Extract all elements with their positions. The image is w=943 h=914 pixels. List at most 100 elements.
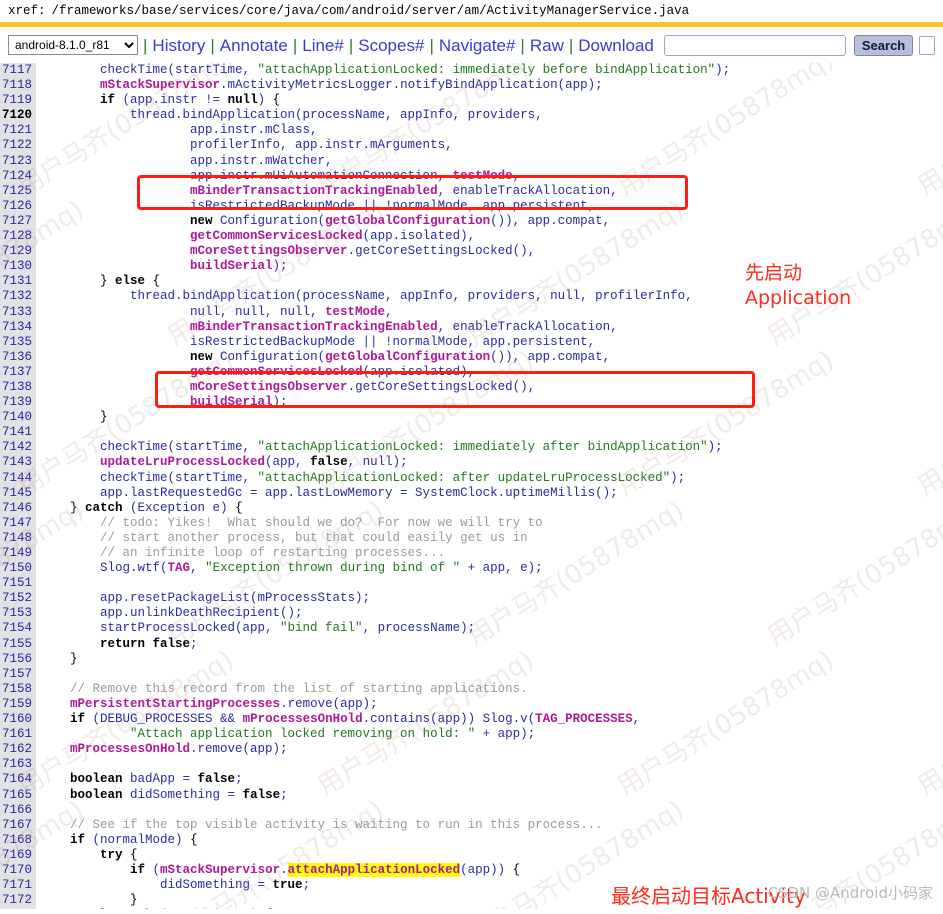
line-number[interactable]: 7145 bbox=[0, 485, 36, 501]
code-token: "attachApplicationLocked: immediately be… bbox=[257, 63, 716, 77]
code-token[interactable]: getCommonServicesLocked bbox=[190, 229, 363, 243]
code-token: , bbox=[385, 304, 393, 319]
code-token: } bbox=[70, 651, 78, 666]
line-number[interactable]: 7123 bbox=[0, 153, 36, 169]
line-number[interactable]: 7132 bbox=[0, 289, 36, 305]
line-number[interactable]: 7141 bbox=[0, 425, 36, 441]
line-number[interactable]: 7138 bbox=[0, 379, 36, 396]
line-number[interactable]: 7170 bbox=[0, 862, 36, 879]
line-number[interactable]: 7157 bbox=[0, 666, 36, 682]
code-token[interactable]: buildSerial bbox=[190, 395, 273, 409]
code-line: 7122 profilerInfo, app.instr.mArguments, bbox=[0, 138, 943, 154]
line-number[interactable]: 7158 bbox=[0, 681, 36, 697]
nav-link-scopes[interactable]: Scopes# bbox=[358, 37, 424, 54]
search-input[interactable] bbox=[663, 34, 846, 56]
code-token[interactable]: testMode bbox=[325, 305, 385, 319]
line-number[interactable]: 7126 bbox=[0, 198, 36, 214]
nav-link-raw[interactable]: Raw bbox=[530, 37, 564, 54]
line-number[interactable]: 7124 bbox=[0, 168, 36, 184]
line-number[interactable]: 7129 bbox=[0, 244, 36, 260]
branch-select[interactable]: android-8.1.0_r81 bbox=[8, 35, 138, 55]
line-number[interactable]: 7165 bbox=[0, 787, 36, 803]
line-number[interactable]: 7135 bbox=[0, 334, 36, 350]
code-token[interactable]: getGlobalConfiguration bbox=[325, 214, 490, 228]
line-number[interactable]: 7125 bbox=[0, 183, 36, 199]
code-token[interactable]: mProcessesOnHold bbox=[243, 712, 363, 726]
line-number[interactable]: 7142 bbox=[0, 440, 36, 456]
code-viewer: 7117 checkTime(startTime, "attachApplica… bbox=[0, 63, 943, 909]
line-number[interactable]: 7143 bbox=[0, 455, 36, 471]
line-number[interactable]: 7134 bbox=[0, 319, 36, 335]
code-token[interactable]: buildSerial bbox=[190, 259, 273, 273]
search-button[interactable]: Search bbox=[853, 34, 914, 56]
code-token[interactable]: mPersistentStartingProcesses bbox=[70, 697, 280, 711]
line-number[interactable]: 7131 bbox=[0, 274, 36, 290]
line-number[interactable]: 7119 bbox=[0, 93, 36, 109]
line-number[interactable]: 7155 bbox=[0, 636, 36, 652]
line-number[interactable]: 7154 bbox=[0, 621, 36, 637]
code-token[interactable]: attachApplicationLocked bbox=[287, 862, 461, 877]
line-number[interactable]: 7167 bbox=[0, 817, 36, 833]
line-number[interactable]: 7169 bbox=[0, 847, 36, 863]
code-token[interactable]: mBinderTransactionTrackingEnabled bbox=[190, 184, 438, 198]
code-line-source: checkTime(startTime, "attachApplicationL… bbox=[36, 471, 685, 486]
line-number[interactable]: 7118 bbox=[0, 78, 36, 94]
line-number[interactable]: 7164 bbox=[0, 772, 36, 788]
nav-link-navigate[interactable]: Navigate# bbox=[439, 37, 516, 54]
code-token: ); bbox=[272, 395, 288, 410]
code-token[interactable]: getGlobalConfiguration bbox=[325, 350, 490, 364]
line-number[interactable]: 7159 bbox=[0, 696, 36, 713]
search-options-box[interactable] bbox=[919, 35, 936, 55]
line-number[interactable]: 7153 bbox=[0, 606, 36, 622]
code-token[interactable]: TAG_PROCESSES bbox=[535, 712, 633, 726]
code-token: app.instr.mClass, bbox=[40, 123, 318, 138]
code-line-source: profilerInfo, app.instr.mArguments, bbox=[36, 138, 453, 153]
code-token: app.unlinkDeathRecipient(); bbox=[40, 606, 303, 621]
code-token[interactable]: updateLruProcessLocked bbox=[100, 455, 265, 469]
nav-link-line-number[interactable]: Line# bbox=[302, 37, 344, 54]
line-number[interactable]: 7161 bbox=[0, 727, 36, 743]
line-number[interactable]: 7128 bbox=[0, 229, 36, 245]
code-token: ()), app.compat, bbox=[490, 349, 611, 364]
code-token[interactable]: getCommonServicesLocked bbox=[190, 365, 363, 379]
nav-link-annotate[interactable]: Annotate bbox=[220, 37, 288, 54]
line-number[interactable]: 7171 bbox=[0, 878, 36, 894]
line-number[interactable]: 7122 bbox=[0, 138, 36, 154]
code-token[interactable]: mProcessesOnHold bbox=[70, 742, 190, 756]
line-number[interactable]: 7148 bbox=[0, 530, 36, 546]
line-number[interactable]: 7156 bbox=[0, 651, 36, 667]
code-token[interactable]: mBinderTransactionTrackingEnabled bbox=[190, 320, 438, 334]
line-number[interactable]: 7168 bbox=[0, 832, 36, 848]
line-number[interactable]: 7162 bbox=[0, 742, 36, 758]
line-number[interactable]: 7120 bbox=[0, 108, 36, 124]
line-number[interactable]: 7149 bbox=[0, 546, 36, 562]
line-number[interactable]: 7121 bbox=[0, 123, 36, 139]
code-token[interactable]: mCoreSettingsObserver bbox=[190, 380, 348, 394]
line-number[interactable]: 7166 bbox=[0, 802, 36, 818]
line-number[interactable]: 7137 bbox=[0, 364, 36, 380]
code-token[interactable]: mCoreSettingsObserver bbox=[190, 244, 348, 258]
line-number[interactable]: 7147 bbox=[0, 515, 36, 531]
code-token[interactable]: mStackSupervisor bbox=[160, 863, 280, 877]
nav-link-history[interactable]: History bbox=[152, 37, 205, 54]
nav-link-download[interactable]: Download bbox=[578, 37, 654, 54]
line-number[interactable]: 7146 bbox=[0, 500, 36, 516]
line-number[interactable]: 7150 bbox=[0, 561, 36, 577]
line-number[interactable]: 7133 bbox=[0, 304, 36, 320]
line-number[interactable]: 7139 bbox=[0, 395, 36, 411]
line-number[interactable]: 7163 bbox=[0, 757, 36, 773]
line-number[interactable]: 7152 bbox=[0, 591, 36, 607]
line-number[interactable]: 7173 bbox=[0, 908, 36, 909]
line-number[interactable]: 7117 bbox=[0, 63, 36, 79]
line-number[interactable]: 7172 bbox=[0, 893, 36, 909]
line-number[interactable]: 7130 bbox=[0, 259, 36, 275]
code-token[interactable]: testMode bbox=[453, 169, 513, 183]
line-number[interactable]: 7151 bbox=[0, 576, 36, 592]
code-token[interactable]: mStackSupervisor bbox=[100, 78, 220, 92]
line-number[interactable]: 7144 bbox=[0, 470, 36, 486]
line-number[interactable]: 7136 bbox=[0, 349, 36, 365]
line-number[interactable]: 7160 bbox=[0, 712, 36, 728]
line-number[interactable]: 7140 bbox=[0, 410, 36, 426]
line-number[interactable]: 7127 bbox=[0, 213, 36, 230]
code-token[interactable]: TAG bbox=[168, 561, 191, 575]
